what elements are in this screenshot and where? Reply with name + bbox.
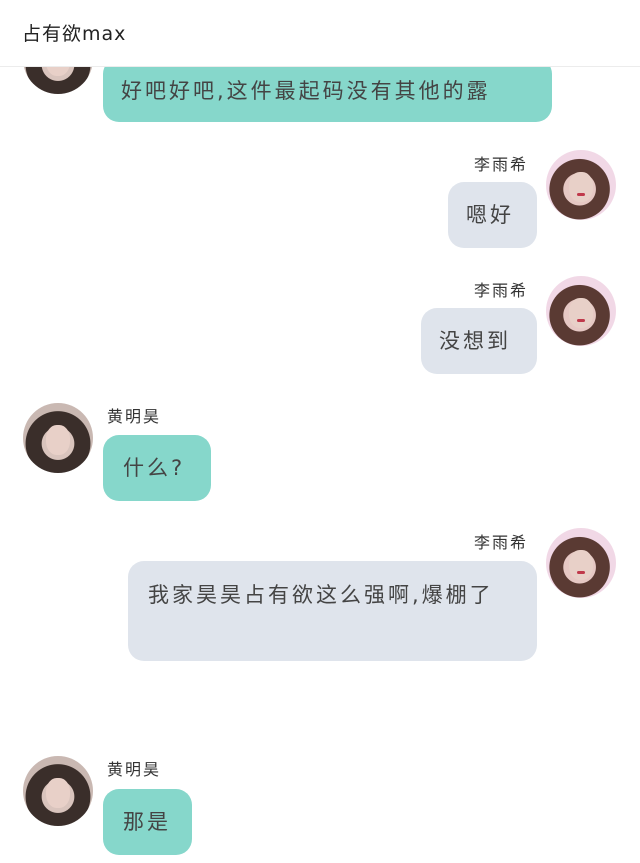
avatar-huangminghao[interactable] xyxy=(23,403,93,473)
sender-name: 黄明昊 xyxy=(107,407,162,426)
avatar-lips xyxy=(577,193,585,196)
avatar-liyuxi[interactable] xyxy=(546,150,616,220)
message-text: 嗯好 xyxy=(466,203,514,227)
avatar-lips xyxy=(577,571,585,574)
chat-header: 占有欲max xyxy=(0,0,640,67)
sender-name: 李雨希 xyxy=(474,155,529,174)
message-text: 什么? xyxy=(123,456,186,480)
chat-title: 占有欲max xyxy=(22,23,127,45)
avatar-face xyxy=(569,298,593,328)
sender-name: 李雨希 xyxy=(474,533,529,552)
message-text: 没想到 xyxy=(439,329,511,353)
message-bubble[interactable]: 嗯好 xyxy=(448,182,537,248)
avatar-liyuxi[interactable] xyxy=(546,528,616,598)
message-bubble[interactable]: 什么? xyxy=(103,435,211,501)
sender-name: 黄明昊 xyxy=(107,760,162,779)
avatar-lips xyxy=(577,319,585,322)
avatar-huangminghao[interactable] xyxy=(23,756,93,826)
message-bubble[interactable]: 那是 xyxy=(103,789,192,855)
message-text: 好吧好吧,这件最起码没有其他的露 xyxy=(121,79,491,103)
message-text: 那是 xyxy=(123,810,171,834)
avatar-liyuxi[interactable] xyxy=(546,276,616,346)
avatar-face xyxy=(569,172,593,202)
message-bubble[interactable]: 没想到 xyxy=(421,308,537,374)
avatar-face xyxy=(46,425,70,455)
avatar-face xyxy=(46,778,70,808)
sender-name: 李雨希 xyxy=(474,281,529,300)
avatar-face xyxy=(569,550,593,580)
message-text: 我家昊昊占有欲这么强啊,爆棚了 xyxy=(148,583,494,607)
message-bubble[interactable]: 好吧好吧,这件最起码没有其他的露 xyxy=(103,58,552,122)
message-bubble[interactable]: 我家昊昊占有欲这么强啊,爆棚了 xyxy=(128,561,537,661)
